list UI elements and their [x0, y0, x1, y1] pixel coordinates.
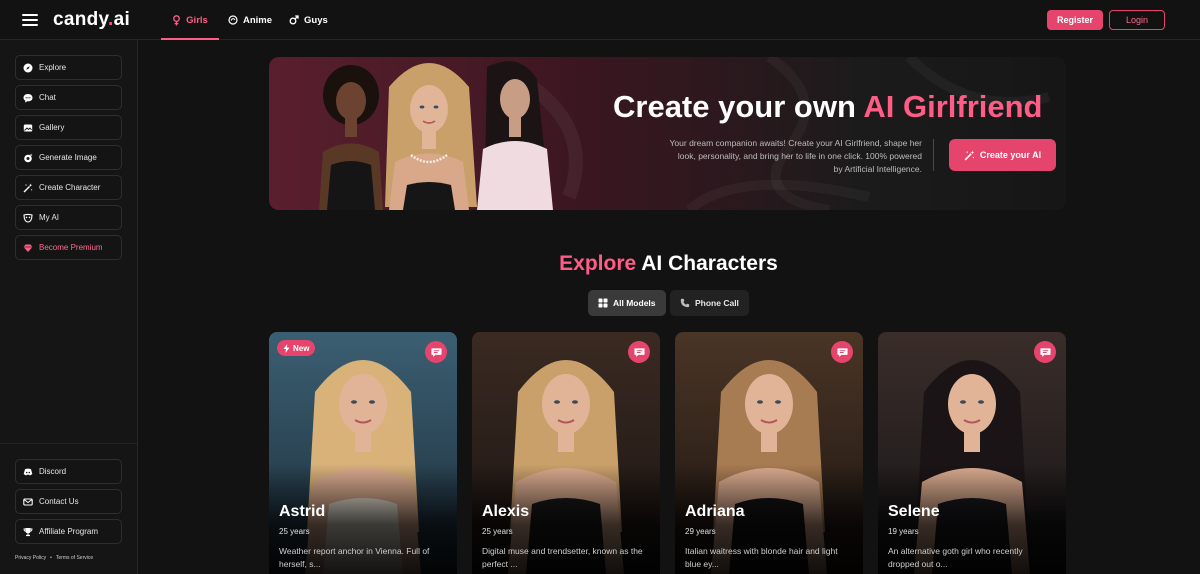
character-age: 29 years [685, 527, 716, 536]
sidebar-item-my-ai[interactable]: My AI [15, 205, 122, 230]
chat-bubble-icon [836, 347, 848, 357]
sidebar-item-gallery[interactable]: Gallery [15, 115, 122, 140]
sidebar-divider [0, 443, 138, 444]
character-card[interactable]: Alexis 25 years Digital muse and trendsett… [472, 332, 660, 574]
gallery-icon [23, 124, 33, 131]
character-name: Alexis [482, 503, 530, 520]
tab-girls-label: Girls [186, 14, 208, 26]
explore-section-title: Explore AI Characters [0, 252, 1200, 276]
tab-girls[interactable]: Girls [161, 0, 219, 40]
hero-description: Your dream companion awaits! Create your… [669, 138, 922, 174]
anime-icon [228, 15, 238, 25]
compass-icon [23, 63, 33, 72]
discord-icon [23, 468, 33, 475]
hero-banner: Create your own AI Girlfriend Your dream… [269, 57, 1066, 210]
character-description: Weather report anchor in Vienna. Full of… [279, 546, 430, 569]
sidebar-item-label: Contact Us [39, 497, 79, 506]
sidebar: Explore Chat Gallery Generate Image Crea… [0, 40, 138, 574]
character-description: An alternative goth girl who recently dr… [888, 546, 1023, 569]
sidebar-item-create-character[interactable]: Create Character [15, 175, 122, 200]
female-icon [173, 14, 181, 25]
sidebar-item-label: Create Character [39, 183, 101, 192]
tab-anime-label: Anime [243, 14, 273, 26]
tab-guys[interactable]: Guys [289, 0, 328, 40]
create-your-ai-button[interactable]: Create your AI [949, 139, 1056, 171]
register-button[interactable]: Register [1047, 10, 1103, 30]
terms-of-service-link[interactable]: Terms of Service [56, 555, 93, 561]
character-name: Astrid [279, 503, 326, 520]
hero-divider [933, 139, 934, 171]
chat-bubble-icon [1039, 347, 1051, 357]
login-button[interactable]: Login [1109, 10, 1165, 30]
male-icon [289, 15, 299, 25]
tab-anime[interactable]: Anime [228, 0, 272, 40]
filter-all-models-label: All Models [613, 298, 656, 308]
character-name: Selene [888, 503, 940, 520]
create-your-ai-label: Create your AI [979, 150, 1042, 160]
menu-icon[interactable] [22, 14, 38, 26]
contact-icon [23, 497, 33, 506]
character-card[interactable]: New Astrid 25 years Weather report anchor i… [269, 332, 457, 574]
explore-title-rest: AI Characters [636, 252, 778, 275]
character-age: 19 years [888, 527, 919, 536]
character-age: 25 years [279, 527, 310, 536]
card-chat-button[interactable] [831, 341, 853, 363]
explore-title-accent: Explore [559, 252, 637, 275]
grid-icon [598, 298, 608, 308]
sidebar-item-label: My AI [39, 213, 60, 222]
character-description: Digital muse and trendsetter, known as t… [482, 546, 643, 569]
footer-separator: • [50, 555, 52, 561]
tab-guys-label: Guys [304, 14, 328, 26]
sidebar-item-label: Chat [39, 93, 56, 102]
filter-all-models[interactable]: All Models [588, 290, 666, 316]
sidebar-item-label: Gallery [39, 123, 65, 132]
filter-phone-call[interactable]: Phone Call [670, 290, 749, 316]
diamond-icon [23, 244, 33, 252]
sidebar-item-chat[interactable]: Chat [15, 85, 122, 110]
character-card[interactable]: Selene 19 years An alternative goth girl w… [878, 332, 1066, 574]
sidebar-item-label: Discord [39, 467, 67, 476]
sidebar-item-label: Explore [39, 63, 67, 72]
sidebar-item-explore[interactable]: Explore [15, 55, 122, 80]
magic-wand-icon [23, 183, 33, 192]
sidebar-item-label: Become Premium [39, 243, 103, 252]
phone-icon [680, 298, 690, 308]
hero-models-image [319, 61, 553, 210]
character-name: Adriana [685, 503, 745, 520]
card-chat-button[interactable] [628, 341, 650, 363]
sidebar-item-affiliate-program[interactable]: Affiliate Program [15, 519, 122, 544]
privacy-policy-link[interactable]: Privacy Policy [15, 555, 46, 561]
sidebar-item-discord[interactable]: Discord [15, 459, 122, 484]
chat-bubble-icon [633, 347, 645, 357]
filter-phone-call-label: Phone Call [695, 298, 739, 308]
character-description: Italian waitress with blonde hair and li… [685, 546, 838, 569]
sidebar-item-generate-image[interactable]: Generate Image [15, 145, 122, 170]
logo-text: candy [53, 9, 109, 30]
active-tab-underline [161, 38, 219, 40]
sidebar-item-label: Affiliate Program [39, 527, 98, 536]
new-badge: New [277, 340, 316, 356]
chat-icon [23, 93, 33, 103]
magic-wand-icon [964, 150, 975, 160]
logo[interactable]: candy.ai [53, 9, 130, 31]
mask-icon [23, 213, 33, 223]
top-bar: candy.ai Girls Anime Guys Register Login [0, 0, 1200, 40]
card-chat-button[interactable] [1034, 341, 1056, 363]
new-badge-label: New [293, 343, 310, 353]
character-card[interactable]: Adriana 29 years Italian waitress with blo… [675, 332, 863, 574]
character-age: 25 years [482, 527, 513, 536]
sidebar-item-label: Generate Image [39, 153, 97, 162]
lightning-icon [283, 343, 290, 353]
hero-title: Create your own AI Girlfriend [613, 89, 1043, 125]
image-spark-icon [24, 153, 33, 162]
logo-tld: ai [113, 9, 131, 30]
sidebar-item-contact-us[interactable]: Contact Us [15, 489, 122, 514]
trophy-icon [23, 527, 33, 536]
card-chat-button[interactable] [425, 341, 447, 363]
footer-links: Privacy Policy • Terms of Service [15, 555, 93, 561]
chat-bubble-icon [430, 347, 442, 357]
hero-title-prefix: Create your own [613, 89, 864, 124]
hero-title-accent: AI Girlfriend [863, 89, 1043, 124]
